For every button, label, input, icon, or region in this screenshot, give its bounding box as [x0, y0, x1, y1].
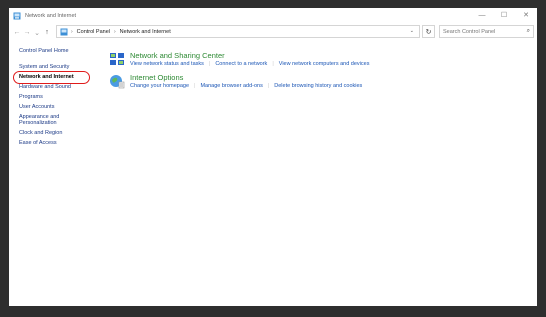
link-divider: |	[267, 83, 270, 89]
back-arrow-icon[interactable]: ←	[12, 29, 22, 36]
up-arrow-icon[interactable]: ↑	[42, 29, 52, 36]
title-bar: Network and Internet — ☐ ✕	[9, 8, 537, 24]
breadcrumb-chevron-icon: ›	[71, 28, 73, 35]
control-panel-location-icon	[60, 28, 68, 36]
delete-browsing-history-link[interactable]: Delete browsing history and cookies	[274, 83, 362, 89]
window-title: Network and Internet	[25, 13, 77, 19]
refresh-button[interactable]: ↻	[422, 25, 435, 38]
refresh-icon: ↻	[425, 28, 432, 36]
minimize-button[interactable]: —	[471, 8, 493, 22]
section-internet-options: Internet Options Change your homepage | …	[109, 73, 362, 89]
manage-browser-addons-link[interactable]: Manage browser add-ons	[200, 83, 262, 89]
sidebar-control-panel-home[interactable]: Control Panel Home	[19, 48, 104, 55]
network-and-sharing-center-link[interactable]: Network and Sharing Center	[130, 51, 369, 60]
navigation-bar: ← → ⌄ ↑ › Control Panel › Network and In…	[9, 25, 537, 40]
highlight-annotation	[13, 71, 90, 84]
search-icon[interactable]: ⌕	[527, 28, 530, 35]
internet-options-link[interactable]: Internet Options	[130, 73, 362, 82]
view-network-status-link[interactable]: View network status and tasks	[130, 61, 204, 67]
sidebar-item-system-and-security[interactable]: System and Security	[19, 64, 104, 71]
sidebar-item-user-accounts[interactable]: User Accounts	[19, 104, 104, 111]
address-bar[interactable]: › Control Panel › Network and Internet ⌄	[56, 25, 420, 38]
search-placeholder: Search Control Panel	[443, 28, 496, 35]
forward-arrow-icon[interactable]: →	[22, 29, 32, 36]
connect-to-network-link[interactable]: Connect to a network	[215, 61, 267, 67]
link-divider: |	[208, 61, 211, 67]
address-dropdown-icon[interactable]: ⌄	[410, 28, 414, 34]
sidebar: Control Panel Home System and Security N…	[19, 48, 104, 150]
change-homepage-link[interactable]: Change your homepage	[130, 83, 189, 89]
close-button[interactable]: ✕	[515, 8, 537, 22]
maximize-button[interactable]: ☐	[493, 8, 515, 22]
internet-options-icon	[109, 73, 125, 89]
breadcrumb-network-and-internet[interactable]: Network and Internet	[120, 29, 171, 35]
sidebar-item-programs[interactable]: Programs	[19, 94, 104, 101]
section-network-and-sharing-center: Network and Sharing Center View network …	[109, 51, 369, 67]
control-panel-window: Network and Internet — ☐ ✕ ← → ⌄ ↑ › Con…	[9, 8, 537, 306]
recent-locations-chevron-icon[interactable]: ⌄	[32, 29, 42, 37]
view-network-computers-link[interactable]: View network computers and devices	[279, 61, 370, 67]
breadcrumb-control-panel[interactable]: Control Panel	[77, 29, 110, 35]
link-divider: |	[194, 83, 196, 89]
search-input[interactable]: Search Control Panel ⌕	[439, 25, 534, 38]
network-sharing-icon	[109, 51, 125, 67]
link-divider: |	[272, 61, 274, 67]
sidebar-item-hardware-and-sound[interactable]: Hardware and Sound	[19, 84, 104, 91]
sidebar-item-appearance-and-personalization[interactable]: Appearance and Personalization	[19, 114, 71, 127]
sidebar-item-clock-and-region[interactable]: Clock and Region	[19, 130, 104, 137]
breadcrumb-chevron-icon: ›	[114, 28, 116, 35]
sidebar-item-ease-of-access[interactable]: Ease of Access	[19, 140, 104, 147]
window-controls: — ☐ ✕	[471, 8, 537, 22]
control-panel-icon	[13, 12, 21, 20]
